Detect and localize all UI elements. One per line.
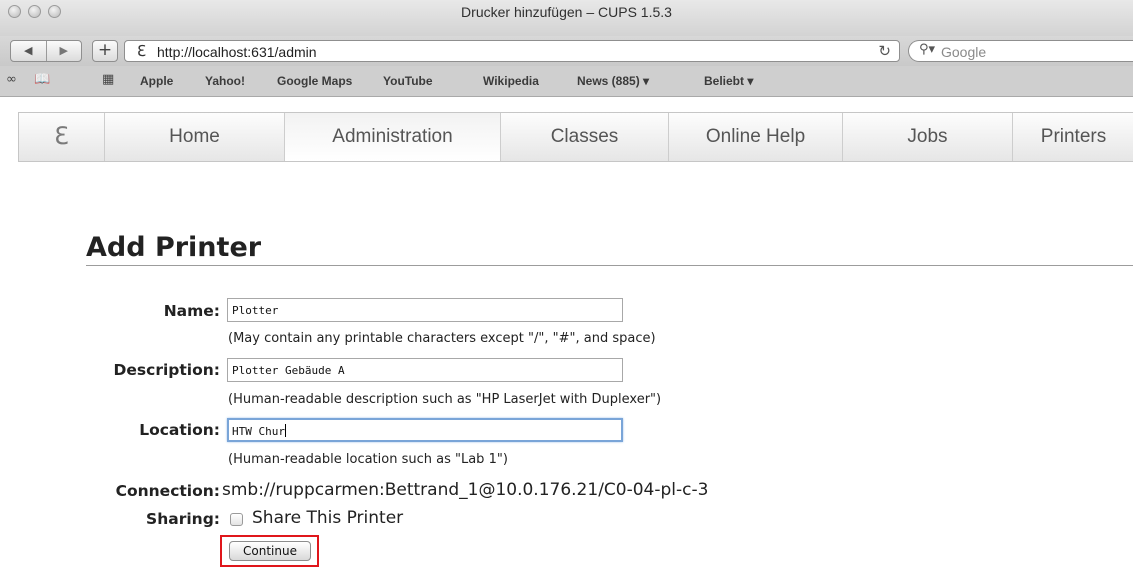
location-field[interactable]: HTW Chur bbox=[227, 418, 623, 442]
text-caret bbox=[284, 424, 286, 437]
connection-value: smb://ruppcarmen:Bettrand_1@10.0.176.21/… bbox=[222, 480, 709, 500]
reading-list-icon[interactable]: ∞ bbox=[6, 72, 17, 87]
description-hint: (Human-readable description such as "HP … bbox=[228, 392, 662, 407]
bookmark-news-folder[interactable]: News (885) ▾ bbox=[577, 74, 649, 88]
bookmark-google-maps[interactable]: Google Maps bbox=[277, 74, 352, 88]
bookmark-youtube[interactable]: YouTube bbox=[383, 74, 433, 88]
location-hint: (Human-readable location such as "Lab 1"… bbox=[228, 452, 508, 467]
search-field[interactable]: ⚲▾ Google bbox=[908, 40, 1133, 62]
tab-classes[interactable]: Classes bbox=[501, 113, 669, 161]
add-bookmark-button[interactable]: + bbox=[92, 40, 118, 62]
connection-label: Connection: bbox=[115, 482, 220, 500]
cups-nav-bar: ℇ Home Administration Classes Online Hel… bbox=[18, 112, 1133, 162]
bookmarks-bar: ∞ 📖 ▦ Apple Yahoo! Google Maps YouTube W… bbox=[0, 66, 1133, 97]
reload-icon[interactable]: ↻ bbox=[878, 42, 891, 60]
search-icon[interactable]: ⚲▾ bbox=[919, 42, 935, 57]
bookmark-yahoo[interactable]: Yahoo! bbox=[205, 74, 245, 88]
description-field[interactable]: Plotter Gebäude A bbox=[227, 358, 623, 382]
bookmark-wikipedia[interactable]: Wikipedia bbox=[483, 74, 539, 88]
name-hint: (May contain any printable characters ex… bbox=[228, 331, 656, 346]
page-title: Add Printer bbox=[86, 232, 262, 263]
share-printer-label[interactable]: Share This Printer bbox=[252, 508, 403, 528]
name-field[interactable]: Plotter bbox=[227, 298, 623, 322]
bookmark-beliebt-folder[interactable]: Beliebt ▾ bbox=[704, 74, 753, 88]
back-arrow-icon[interactable]: ◀ bbox=[11, 41, 47, 61]
url-text[interactable]: http://localhost:631/admin bbox=[157, 44, 317, 60]
top-sites-grid-icon[interactable]: ▦ bbox=[102, 72, 114, 87]
tab-home[interactable]: Home bbox=[105, 113, 285, 161]
location-label: Location: bbox=[139, 421, 220, 439]
tab-jobs[interactable]: Jobs bbox=[843, 113, 1013, 161]
share-printer-checkbox[interactable] bbox=[230, 513, 243, 526]
tab-printers[interactable]: Printers bbox=[1013, 113, 1133, 161]
tab-online-help[interactable]: Online Help bbox=[669, 113, 843, 161]
forward-arrow-icon[interactable]: ▶ bbox=[47, 41, 82, 61]
window-title: Drucker hinzufügen – CUPS 1.5.3 bbox=[461, 4, 672, 20]
search-placeholder: Google bbox=[941, 44, 987, 60]
cups-favicon-icon: ℇ bbox=[137, 42, 147, 60]
description-label: Description: bbox=[113, 361, 220, 379]
history-nav-buttons: ◀ ▶ bbox=[10, 40, 82, 62]
bookmarks-book-icon[interactable]: 📖 bbox=[34, 72, 50, 87]
window-titlebar: Drucker hinzufügen – CUPS 1.5.3 bbox=[0, 0, 1133, 36]
bookmark-apple[interactable]: Apple bbox=[140, 74, 173, 88]
title-divider bbox=[86, 265, 1133, 266]
cups-logo-icon[interactable]: ℇ bbox=[19, 113, 105, 161]
tab-administration[interactable]: Administration bbox=[285, 113, 501, 161]
continue-button[interactable]: Continue bbox=[229, 541, 311, 561]
location-field-value: HTW Chur bbox=[232, 425, 285, 438]
browser-toolbar: ◀ ▶ + ℇ http://localhost:631/admin ↻ ⚲▾ … bbox=[0, 36, 1133, 66]
address-bar[interactable]: ℇ http://localhost:631/admin ↻ bbox=[124, 40, 900, 62]
sharing-label: Sharing: bbox=[146, 510, 220, 528]
name-label: Name: bbox=[163, 302, 220, 320]
